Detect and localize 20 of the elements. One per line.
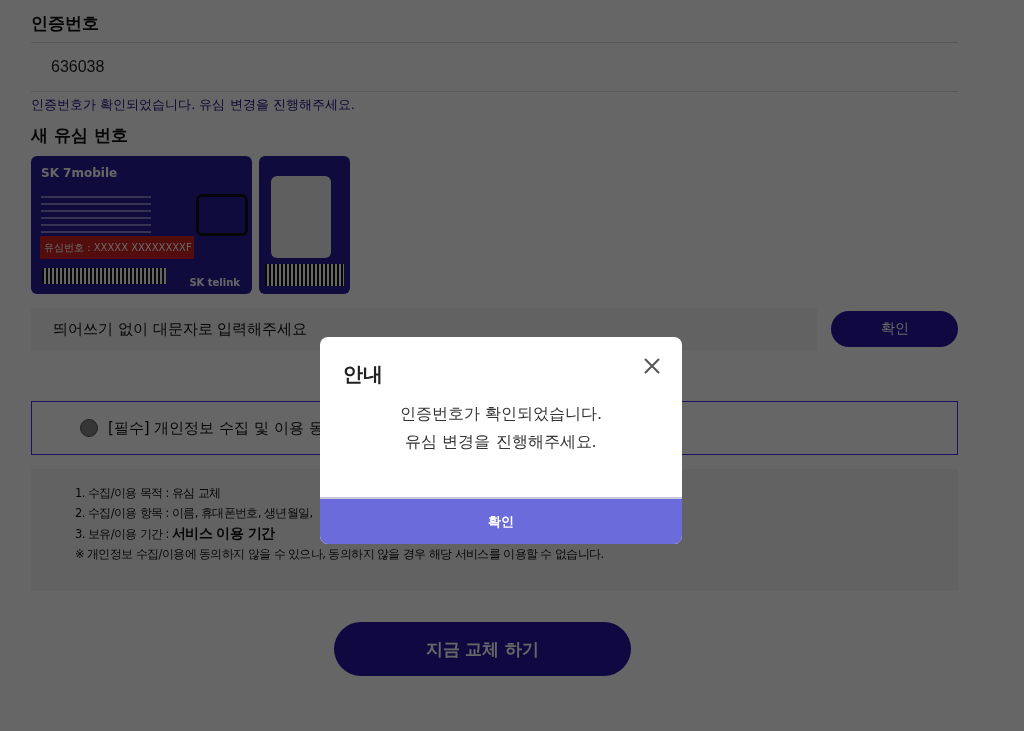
dialog-message: 인증번호가 확인되었습니다. (399, 403, 603, 425)
sim-chip-outline (196, 194, 248, 236)
ok-button[interactable]: 확인 (320, 497, 682, 544)
code-input-field[interactable]: 636038 (31, 57, 353, 77)
dialog-title: 안내 (343, 361, 383, 388)
confirm-button[interactable]: 확인 (831, 311, 958, 347)
agreement-checkbox[interactable] (80, 419, 98, 437)
section-title: 새 유심 번호 (31, 124, 129, 147)
terms-text: 3. 보유/이용 기간 : 서비스 이용 기간 (75, 524, 275, 543)
card-logo: SK 7mobile (41, 166, 118, 180)
card-brand: SK telink (189, 277, 240, 288)
confirmation-message: 인증번호가 확인되었습니다. 유심 변경을 진행해주세요. (31, 96, 356, 114)
close-icon[interactable] (643, 357, 661, 375)
terms-text: ※ 개인정보 수집/이용에 동의하지 않을 수 있으나, 동의하지 않을 경우 해당 서비스를 이용할 수 없습니다. (75, 546, 604, 563)
submit-button[interactable]: 지금 교체 하기 (334, 622, 631, 676)
dialog-message: 유심 변경을 진행해주세요. (405, 431, 597, 453)
terms-text: 1. 수집/이용 목적 : 유심 교체 (75, 485, 221, 502)
sim-number-label: 유심번호 : XXXXX XXXXXXXXF (40, 236, 194, 259)
section-title: 인증번호 (31, 12, 100, 35)
terms-text: 2. 수집/이용 항목 : 이름, 휴대폰번호, 생년월일, (75, 505, 313, 522)
